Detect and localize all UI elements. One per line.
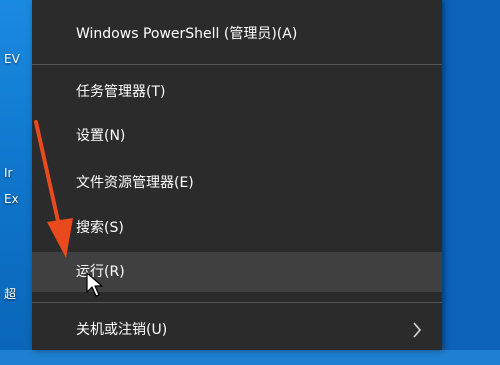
chevron-right-icon xyxy=(412,310,422,365)
menu-item-label: 任务管理器(T) xyxy=(76,84,166,100)
menu-item-label: 运行(R) xyxy=(76,264,125,280)
menu-item-label: 设置(N) xyxy=(76,128,126,144)
menu-item-task-manager[interactable]: 任务管理器(T) xyxy=(32,72,442,112)
menu-separator xyxy=(32,64,442,65)
menu-item-search[interactable]: 搜索(S) xyxy=(32,208,442,248)
desktop-icon-label[interactable]: Ir xyxy=(4,166,12,180)
menu-item-label: 文件资源管理器(E) xyxy=(76,175,194,191)
desktop-icon-label[interactable]: Ex xyxy=(4,192,19,206)
menu-separator xyxy=(32,302,442,303)
menu-item-file-explorer[interactable]: 文件资源管理器(E) xyxy=(32,163,442,203)
menu-item-run[interactable]: 运行(R) xyxy=(32,252,442,292)
desktop-right-area xyxy=(442,0,500,350)
menu-item-settings[interactable]: 设置(N) xyxy=(32,116,442,156)
desktop-icon-label[interactable]: 超 xyxy=(4,285,16,302)
menu-item-label: 关机或注销(U) xyxy=(76,322,168,338)
menu-item-shutdown-signout[interactable]: 关机或注销(U) xyxy=(32,310,442,350)
menu-item-powershell-admin[interactable]: Windows PowerShell (管理员)(A) xyxy=(32,14,442,54)
winx-context-menu: Windows PowerShell (管理员)(A) 任务管理器(T) 设置(… xyxy=(32,0,442,350)
menu-item-label: Windows PowerShell (管理员)(A) xyxy=(76,26,298,42)
desktop-icon-label[interactable]: EV xyxy=(4,52,20,66)
menu-item-label: 搜索(S) xyxy=(76,220,124,236)
